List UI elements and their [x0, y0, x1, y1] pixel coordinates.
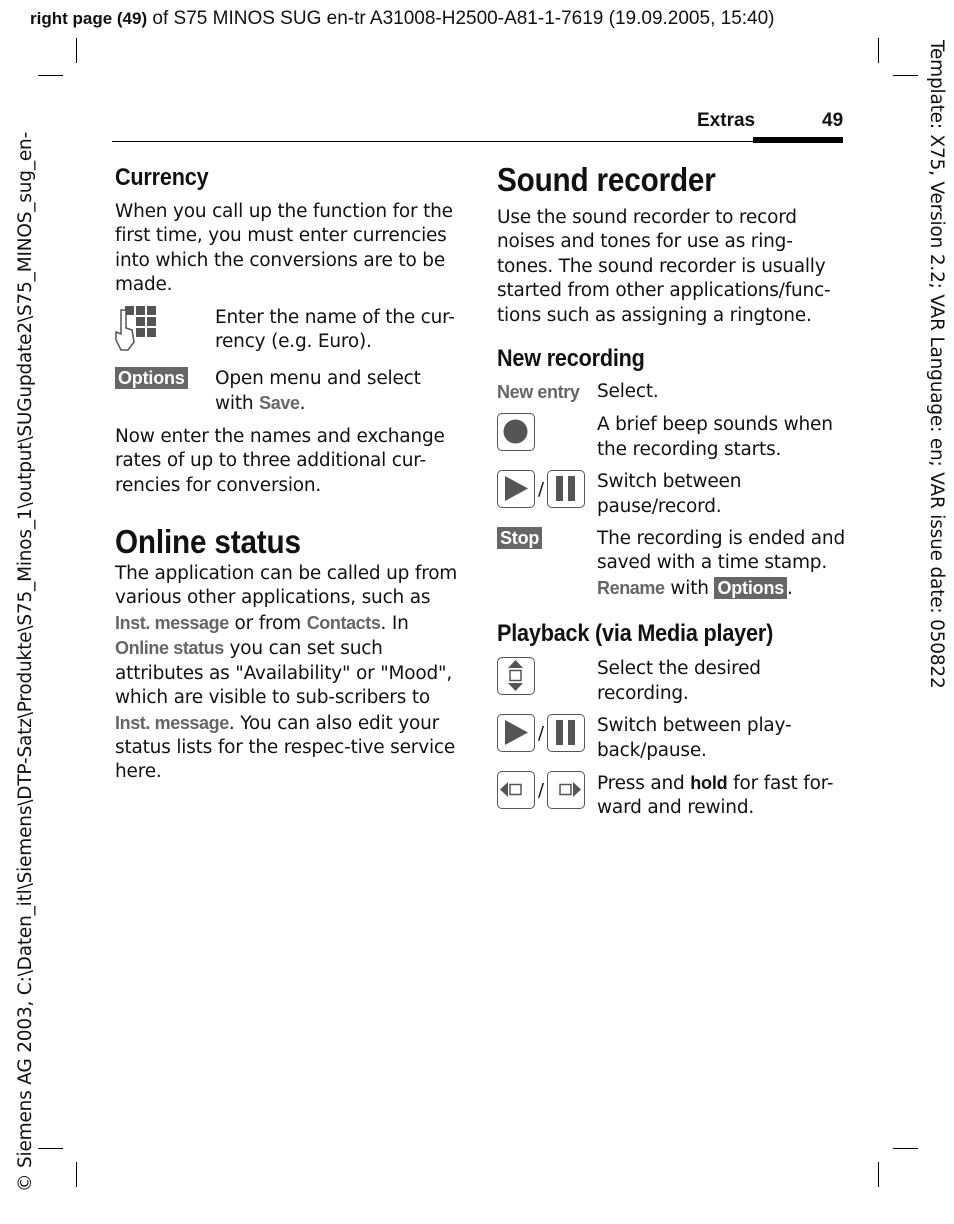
crop-mark	[76, 38, 77, 63]
right-column: Sound recorder Use the sound recorder to…	[497, 160, 845, 821]
header-bar	[753, 137, 843, 143]
sound-recorder-intro: Use the sound recorder to record noises …	[497, 207, 831, 326]
new-entry-row: New entry Select.	[497, 380, 845, 405]
navigation-up-down-icon	[497, 657, 535, 696]
new-recording-heading: New recording	[497, 345, 645, 373]
record-row: A brief beep sounds when the recording s…	[497, 413, 845, 462]
text: Select the desired recording.	[597, 658, 761, 704]
navigation-right-icon	[546, 770, 585, 809]
text: A brief beep sounds when the recording s…	[597, 414, 833, 460]
options-softkey[interactable]: Options	[714, 576, 788, 599]
crop-mark	[893, 75, 918, 76]
header-section: Extras	[697, 110, 756, 131]
side-template-text: Template: X75, Version 2.2; VAR Language…	[926, 40, 947, 689]
slash: /	[538, 723, 544, 745]
crop-mark	[38, 75, 63, 76]
play-icon	[497, 470, 535, 509]
text: .	[299, 393, 306, 415]
options-softkey[interactable]: Options	[115, 367, 188, 390]
crop-mark	[878, 38, 879, 63]
stop-row: Stop The recording is ended and saved wi…	[497, 527, 845, 601]
slash: /	[538, 779, 544, 801]
text: The recording is ended and saved with a …	[597, 528, 845, 574]
play-pause-row: / Switch between play-back/pause.	[497, 714, 845, 763]
rename-keyword: Rename	[597, 577, 665, 598]
save-keyword: Save	[259, 393, 300, 414]
pause-record-row: / Switch between pause/record.	[497, 470, 845, 519]
navigation-left-icon	[497, 770, 535, 809]
currency-outro: Now enter the names and exchange rates o…	[115, 425, 445, 496]
print-info-text: of S75 MINOS SUG en-tr A31008-H2500-A81-…	[147, 8, 775, 29]
text: or from	[228, 612, 307, 634]
pause-icon	[546, 470, 585, 509]
keyword: Inst. message	[115, 612, 229, 633]
currency-heading: Currency	[115, 164, 209, 191]
text: Switch between play-back/pause.	[597, 715, 792, 761]
online-status-text: The application can be called up from va…	[115, 562, 460, 785]
crop-mark	[76, 1162, 77, 1187]
print-info-line: right page (49) of S75 MINOS SUG en-tr A…	[30, 8, 775, 30]
currency-intro: When you call up the function for the fi…	[115, 201, 453, 296]
playback-heading: Playback (via Media player)	[497, 620, 774, 648]
currency-keypad-row: Enter the name of the cur-rency (e.g. Eu…	[115, 305, 460, 359]
currency-options-row: Options Open menu and select with Save.	[115, 367, 460, 417]
currency-keypad-text: Enter the name of the cur-rency (e.g. Eu…	[215, 306, 455, 353]
keyword: Contacts	[306, 612, 381, 633]
text: .	[787, 577, 793, 599]
select-row: Select the desired recording.	[497, 657, 845, 706]
pause-icon	[546, 714, 585, 753]
keyword: Online status	[115, 638, 224, 659]
side-path-text: © Siemens AG 2003, C:\Daten_itl\Siemens\…	[15, 131, 36, 1192]
new-entry-keyword: New entry	[497, 382, 580, 403]
text: Switch between pause/record.	[597, 471, 742, 517]
keyword: Inst. message	[115, 712, 229, 733]
fast-forward-row: / Press and hold for fast for-ward and r…	[497, 770, 845, 821]
text: . In	[380, 612, 409, 634]
stop-softkey[interactable]: Stop	[497, 527, 543, 550]
crop-mark	[893, 1148, 918, 1149]
text: Press and	[597, 772, 691, 794]
text: with	[664, 577, 715, 599]
play-icon	[497, 714, 535, 753]
slash: /	[538, 479, 544, 501]
left-column: Currency When you call up the function f…	[115, 163, 460, 785]
record-icon	[497, 413, 535, 452]
keypad-icon	[115, 305, 215, 359]
text: Open menu and select with	[215, 368, 421, 415]
sound-recorder-heading: Sound recorder	[497, 161, 716, 198]
crop-mark	[38, 1148, 63, 1149]
header-rule	[112, 141, 843, 142]
online-status-heading: Online status	[115, 523, 301, 561]
text: Select.	[597, 381, 659, 403]
hold-emphasis: hold	[690, 772, 728, 793]
crop-mark	[878, 1162, 879, 1187]
page-number: 49	[822, 110, 844, 131]
print-info-bold: right page (49)	[30, 9, 148, 28]
text: The application can be called up from va…	[115, 563, 458, 609]
